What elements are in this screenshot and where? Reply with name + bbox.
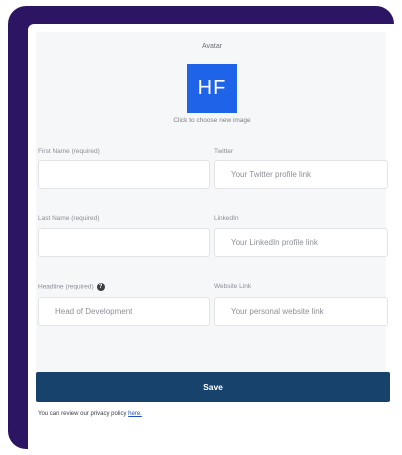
headline-input[interactable]: Head of Development: [38, 297, 210, 326]
linkedin-input[interactable]: Your LinkedIn profile link: [214, 228, 388, 257]
avatar-label: Avatar: [201, 43, 223, 50]
last-name-input[interactable]: [38, 228, 210, 257]
website-input[interactable]: Your personal website link: [214, 297, 388, 326]
avatar[interactable]: HF: [187, 64, 237, 113]
headline-label: Headline (required): [38, 283, 94, 291]
linkedin-label: LinkedIn: [214, 215, 239, 222]
privacy-policy-link[interactable]: here.: [128, 411, 142, 417]
first-name-input[interactable]: [38, 160, 210, 189]
website-label: Website Link: [214, 283, 252, 290]
headline-label-wrap: Headline (required)?: [38, 283, 105, 291]
first-name-label: First Name (required): [38, 148, 100, 155]
device-frame: Avatar HF Click to choose new image Firs…: [8, 6, 396, 449]
save-button[interactable]: Save: [36, 372, 390, 402]
privacy-note: You can review our privacy policy here.: [38, 411, 142, 417]
privacy-text: You can review our privacy policy: [38, 411, 129, 417]
profile-form: Avatar HF Click to choose new image Firs…: [28, 24, 396, 449]
twitter-label: Twitter: [214, 148, 234, 155]
avatar-change-hint[interactable]: Click to choose new image: [28, 117, 396, 124]
question-circle-icon[interactable]: ?: [96, 283, 105, 291]
last-name-label: Last Name (required): [38, 215, 100, 222]
twitter-input[interactable]: Your Twitter profile link: [214, 160, 388, 189]
